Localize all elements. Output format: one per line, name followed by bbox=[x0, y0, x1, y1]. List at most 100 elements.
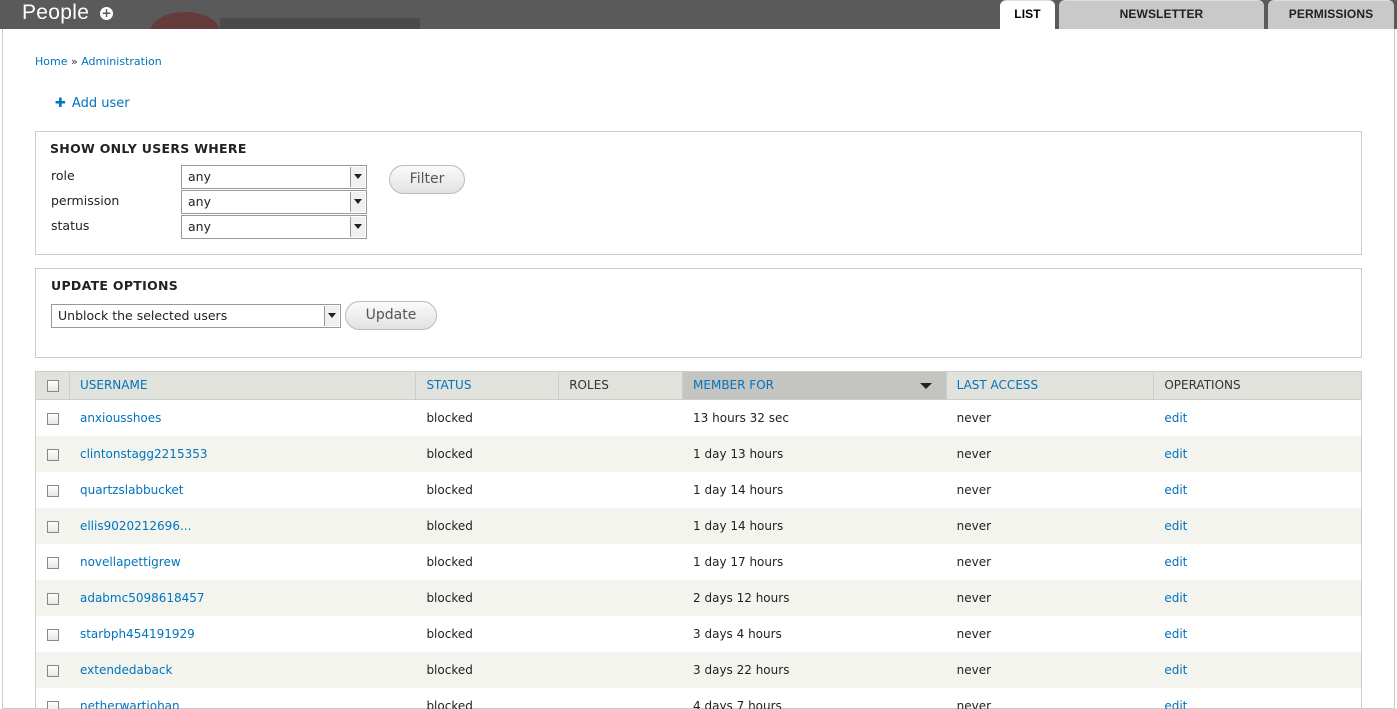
table-row: netherwartiohan blocked 4 days 7 hours n… bbox=[36, 688, 1361, 709]
username-link[interactable]: adabmc5098618457 bbox=[80, 591, 205, 605]
member-for-cell: 2 days 12 hours bbox=[693, 591, 790, 605]
member-for-cell: 3 days 22 hours bbox=[693, 663, 790, 677]
edit-link[interactable]: edit bbox=[1164, 663, 1187, 677]
chevron-down-icon[interactable] bbox=[350, 217, 365, 237]
column-roles: ROLES bbox=[559, 372, 684, 399]
username-cell: clintonstagg2215353 bbox=[70, 436, 416, 472]
sort-member-for-link[interactable]: MEMBER FOR bbox=[693, 378, 774, 392]
breadcrumb-home[interactable]: Home bbox=[35, 55, 67, 68]
chevron-down-icon[interactable] bbox=[350, 192, 365, 212]
role-select[interactable]: any bbox=[181, 165, 367, 189]
edit-link[interactable]: edit bbox=[1164, 591, 1187, 605]
row-checkbox[interactable] bbox=[47, 484, 59, 497]
filter-button[interactable]: Filter bbox=[389, 165, 465, 194]
member-for-cell: 1 day 13 hours bbox=[693, 447, 784, 461]
operations-cell: edit bbox=[1154, 616, 1361, 652]
row-checkbox[interactable] bbox=[47, 628, 59, 641]
username-link[interactable]: extendedaback bbox=[80, 663, 172, 677]
operations-cell: edit bbox=[1154, 472, 1361, 508]
operations-cell: edit bbox=[1154, 580, 1361, 616]
row-checkbox[interactable] bbox=[47, 700, 59, 709]
row-checkbox[interactable] bbox=[47, 448, 59, 461]
status-cell: blocked bbox=[426, 627, 473, 641]
edit-link[interactable]: edit bbox=[1164, 699, 1187, 709]
username-link[interactable]: netherwartiohan bbox=[80, 699, 180, 709]
table-row: anxiousshoes blocked 13 hours 32 sec nev… bbox=[36, 400, 1361, 436]
permission-select-value: any bbox=[188, 194, 211, 209]
sort-descending-icon bbox=[919, 383, 932, 389]
select-all-checkbox[interactable] bbox=[47, 379, 59, 392]
role-label: role bbox=[51, 168, 75, 183]
username-link[interactable]: novellapettigrew bbox=[80, 555, 181, 569]
column-last-access[interactable]: LAST ACCESS bbox=[947, 372, 1155, 399]
last-access-cell: never bbox=[956, 555, 992, 569]
column-member-for[interactable]: MEMBER FOR bbox=[683, 372, 947, 399]
operations-cell: edit bbox=[1154, 688, 1361, 709]
edit-link[interactable]: edit bbox=[1164, 555, 1187, 569]
edit-link[interactable]: edit bbox=[1164, 519, 1187, 533]
tab-newsletter-subscriptions[interactable]: NEWSLETTER SUBSCRIPTIONS bbox=[1059, 0, 1264, 29]
edit-link[interactable]: edit bbox=[1164, 411, 1187, 425]
row-checkbox[interactable] bbox=[47, 592, 59, 605]
username-link[interactable]: anxiousshoes bbox=[80, 411, 161, 425]
operations-cell: edit bbox=[1154, 400, 1361, 436]
row-checkbox[interactable] bbox=[47, 520, 59, 533]
column-operations: OPERATIONS bbox=[1164, 378, 1241, 392]
operations-cell: edit bbox=[1154, 436, 1361, 472]
chevron-down-icon[interactable] bbox=[324, 306, 339, 326]
add-shortcut-icon[interactable]: + bbox=[100, 7, 113, 20]
last-access-cell: never bbox=[956, 519, 992, 533]
update-operation-select[interactable]: Unblock the selected users bbox=[51, 304, 341, 328]
edit-link[interactable]: edit bbox=[1164, 447, 1187, 461]
plus-icon: ✚ bbox=[55, 96, 66, 111]
username-link[interactable]: clintonstagg2215353 bbox=[80, 447, 208, 461]
sort-last-access-link[interactable]: LAST ACCESS bbox=[957, 378, 1039, 392]
column-username[interactable]: USERNAME bbox=[70, 372, 417, 399]
add-user-action[interactable]: ✚ Add user bbox=[55, 96, 130, 111]
status-select-value: any bbox=[188, 219, 211, 234]
edit-link[interactable]: edit bbox=[1164, 627, 1187, 641]
row-checkbox[interactable] bbox=[47, 556, 59, 569]
permission-select[interactable]: any bbox=[181, 190, 367, 214]
status-label: status bbox=[51, 218, 90, 233]
table-header: USERNAME STATUS ROLES MEMBER FOR LAST AC… bbox=[36, 372, 1361, 400]
row-select-cell bbox=[36, 652, 70, 688]
chevron-down-icon[interactable] bbox=[350, 167, 365, 187]
last-access-cell: never bbox=[956, 663, 992, 677]
table-row: novellapettigrew blocked 1 day 17 hours … bbox=[36, 544, 1361, 580]
username-cell: anxiousshoes bbox=[70, 400, 416, 436]
add-user-link[interactable]: Add user bbox=[72, 96, 130, 111]
username-cell: novellapettigrew bbox=[70, 544, 416, 580]
row-checkbox[interactable] bbox=[47, 412, 59, 425]
row-select-cell bbox=[36, 472, 70, 508]
tab-list[interactable]: LIST bbox=[1000, 0, 1055, 29]
site-logo-text bbox=[220, 18, 420, 29]
update-button[interactable]: Update bbox=[345, 301, 437, 330]
member-for-cell: 3 days 4 hours bbox=[693, 627, 782, 641]
row-checkbox[interactable] bbox=[47, 664, 59, 677]
row-select-cell bbox=[36, 508, 70, 544]
status-cell: blocked bbox=[426, 591, 473, 605]
member-for-cell: 1 day 14 hours bbox=[693, 483, 784, 497]
status-select[interactable]: any bbox=[181, 215, 367, 239]
username-link[interactable]: starbph454191929 bbox=[80, 627, 195, 641]
edit-link[interactable]: edit bbox=[1164, 483, 1187, 497]
column-status[interactable]: STATUS bbox=[416, 372, 560, 399]
table-row: extendedaback blocked 3 days 22 hours ne… bbox=[36, 652, 1361, 688]
status-cell: blocked bbox=[426, 411, 473, 425]
roles-cell bbox=[559, 580, 683, 616]
username-link[interactable]: ellis9020212696... bbox=[80, 519, 191, 533]
tab-permissions[interactable]: PERMISSIONS bbox=[1268, 0, 1394, 29]
breadcrumb-administration[interactable]: Administration bbox=[81, 55, 162, 68]
username-cell: netherwartiohan bbox=[70, 688, 416, 709]
username-cell: adabmc5098618457 bbox=[70, 580, 416, 616]
site-logo bbox=[150, 12, 220, 29]
role-select-value: any bbox=[188, 169, 211, 184]
username-link[interactable]: quartzslabbucket bbox=[80, 483, 184, 497]
sort-username-link[interactable]: USERNAME bbox=[80, 378, 147, 392]
page-title: People bbox=[22, 1, 90, 24]
select-all-cell bbox=[36, 372, 70, 399]
sort-status-link[interactable]: STATUS bbox=[426, 378, 471, 392]
last-access-cell: never bbox=[956, 699, 992, 709]
table-row: clintonstagg2215353 blocked 1 day 13 hou… bbox=[36, 436, 1361, 472]
